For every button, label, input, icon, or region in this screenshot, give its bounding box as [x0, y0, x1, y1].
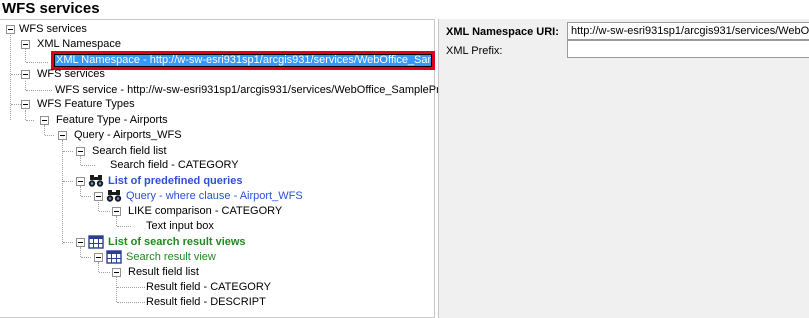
tree-node-label: WFS services — [37, 68, 105, 80]
collapse-icon[interactable] — [76, 147, 85, 156]
tree-node-result-views[interactable]: List of search result views — [0, 235, 280, 249]
tree-node-xml-namespace-group[interactable]: XML Namespace — [0, 37, 200, 51]
tree-node-predefined-queries[interactable]: List of predefined queries — [0, 174, 260, 188]
tree-node-label: Search field list — [92, 145, 167, 157]
tree-node-feature-types-group[interactable]: WFS Feature Types — [0, 97, 200, 111]
tree-node-wfs-services-group[interactable]: WFS services — [0, 67, 200, 81]
tree-node-label: Search result view — [126, 251, 216, 263]
namespace-uri-label: XML Namespace URI: — [446, 26, 559, 38]
collapse-icon[interactable] — [76, 238, 85, 247]
tree-node-feature-type[interactable]: Feature Type - Airports — [0, 113, 200, 127]
collapse-icon[interactable] — [40, 116, 49, 125]
tree-node-label: List of search result views — [108, 236, 246, 248]
tree-node-label: Text input box — [146, 220, 214, 232]
tree-node-label: List of predefined queries — [108, 175, 243, 187]
xml-prefix-label: XML Prefix: — [446, 45, 503, 57]
tree-node-search-field-list[interactable]: Search field list — [0, 144, 200, 158]
tree-node-wfs-service[interactable]: WFS service - http://w-sw-esri931sp1/arc… — [0, 83, 440, 97]
collapse-icon[interactable] — [21, 40, 30, 49]
collapse-icon[interactable] — [21, 100, 30, 109]
tree-node-label: WFS service - http://w-sw-esri931sp1/arc… — [55, 84, 440, 96]
collapse-icon[interactable] — [112, 207, 121, 216]
collapse-icon[interactable] — [58, 131, 67, 140]
collapse-icon[interactable] — [94, 253, 103, 262]
collapse-icon[interactable] — [6, 25, 15, 34]
xml-prefix-field[interactable] — [567, 40, 809, 58]
tree-node-like-comparison[interactable]: LIKE comparison - CATEGORY — [0, 204, 300, 218]
collapse-icon[interactable] — [21, 70, 30, 79]
binoculars-icon — [106, 189, 122, 203]
tree-node-label: Result field - CATEGORY — [146, 281, 271, 293]
tree-node-where-query[interactable]: Query - where clause - Airport_WFS — [0, 189, 320, 203]
tree-node-result-field[interactable]: Result field - DESCRIPT — [0, 295, 300, 309]
tree-node-query[interactable]: Query - Airports_WFS — [0, 128, 200, 142]
tree-node-label: Result field - DESCRIPT — [146, 296, 266, 308]
tree-node-root[interactable]: WFS services — [0, 22, 200, 36]
tree-node-label: Query - Airports_WFS — [74, 129, 182, 141]
table-view-icon — [88, 235, 104, 249]
tree-node-label: Feature Type - Airports — [56, 114, 168, 126]
collapse-icon[interactable] — [112, 268, 121, 277]
tree-node-label: WFS Feature Types — [37, 98, 135, 110]
tree-node-text-input[interactable]: Text input box — [0, 219, 250, 233]
tree-guide — [26, 62, 48, 63]
tree-node-label: XML Namespace - http://w-sw-esri931sp1/a… — [55, 55, 431, 66]
table-view-icon — [106, 250, 122, 264]
collapse-icon[interactable] — [76, 177, 85, 186]
properties-panel: XML Namespace URI: http://w-sw-esri931sp… — [438, 19, 809, 318]
tree-node-label: Search field - CATEGORY — [110, 159, 239, 171]
tree-node-label: LIKE comparison - CATEGORY — [128, 205, 283, 217]
tree-panel[interactable]: WFS services XML Namespace XML Namespace… — [0, 19, 440, 318]
tree-node-search-field[interactable]: Search field - CATEGORY — [0, 158, 250, 172]
tree-node-result-field[interactable]: Result field - CATEGORY — [0, 280, 300, 294]
tree-node-label: XML Namespace — [37, 38, 121, 50]
namespace-uri-field[interactable]: http://w-sw-esri931sp1/arcgis931/service… — [567, 22, 809, 40]
tree-node-result-view[interactable]: Search result view — [0, 250, 260, 264]
collapse-icon[interactable] — [94, 192, 103, 201]
tree-node-result-field-list[interactable]: Result field list — [0, 265, 250, 279]
page-title: WFS services — [2, 0, 100, 17]
tree-node-label: Query - where clause - Airport_WFS — [126, 190, 303, 202]
binoculars-icon — [88, 174, 104, 188]
tree-node-label: Result field list — [128, 266, 199, 278]
tree-node-label: WFS services — [19, 23, 87, 35]
